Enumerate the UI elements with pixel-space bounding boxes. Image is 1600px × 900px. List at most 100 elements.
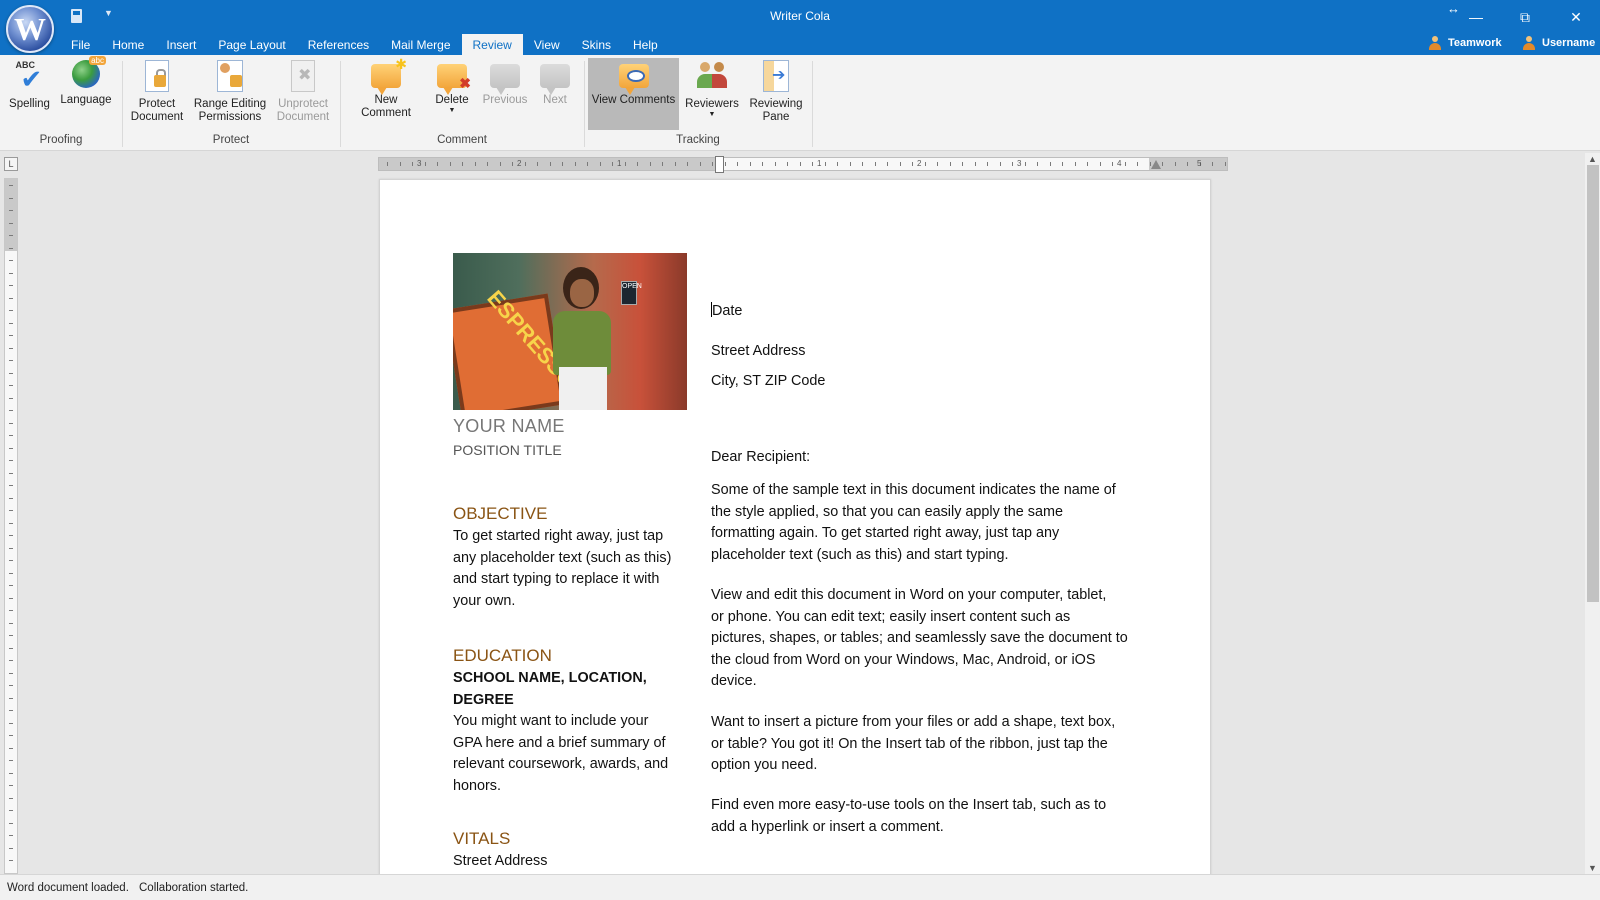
- objective-heading[interactable]: OBJECTIVE: [453, 504, 687, 524]
- ruler-tick: [574, 162, 576, 166]
- horizontal-ruler[interactable]: 3 2 1 1 2 3 4 5: [378, 156, 1228, 173]
- unprotect-document-button[interactable]: Unprotect Document: [273, 58, 333, 130]
- tab-help[interactable]: Help: [622, 34, 669, 55]
- scrollbar-thumb[interactable]: [1587, 165, 1599, 602]
- range-editing-permissions-button[interactable]: Range Editing Permissions: [192, 58, 268, 130]
- vitals-heading[interactable]: VITALS: [453, 829, 687, 849]
- ruler-tick: [9, 535, 13, 536]
- ruler-tick: [1024, 162, 1026, 166]
- ruler-tick: [9, 410, 13, 411]
- ruler-tick: [387, 162, 388, 166]
- ruler-tick: [862, 162, 863, 166]
- new-comment-button[interactable]: ✱ New Comment: [348, 56, 424, 130]
- next-comment-icon: [540, 64, 570, 95]
- school-name[interactable]: SCHOOL NAME, LOCATION, DEGREE: [453, 668, 687, 711]
- ruler-tick: [1212, 162, 1213, 166]
- vitals-text[interactable]: Street Address: [453, 851, 687, 873]
- letter-paragraph-2[interactable]: View and edit this document in Word on y…: [711, 585, 1147, 693]
- ruler-tick: [9, 222, 13, 224]
- minimize-button[interactable]: —: [1461, 4, 1491, 30]
- ruler-tick: [9, 835, 13, 836]
- spelling-icon: [14, 60, 46, 95]
- document-page[interactable]: ESPRESSO OPEN YOUR NAME POSITION TITLE O…: [379, 179, 1211, 874]
- ruler-tick: [487, 162, 488, 166]
- ruler-tick: [1049, 162, 1051, 166]
- indent-marker[interactable]: [715, 156, 724, 173]
- view-comments-button[interactable]: View Comments: [588, 58, 679, 130]
- ruler-tick: [9, 435, 13, 436]
- ruler-tick: [9, 797, 13, 799]
- ruler-tick: [9, 685, 13, 686]
- ruler-tick: [9, 422, 13, 424]
- scroll-up-icon[interactable]: ▲: [1585, 153, 1600, 165]
- right-indent-marker[interactable]: [1151, 160, 1161, 169]
- teamwork-label: Teamwork: [1448, 37, 1502, 49]
- ruler-tick: [9, 672, 13, 674]
- date-field[interactable]: Date: [711, 301, 1147, 323]
- tab-skins[interactable]: Skins: [571, 34, 622, 55]
- language-button[interactable]: Language: [58, 56, 114, 130]
- ruler-tick: [9, 722, 13, 724]
- your-name[interactable]: YOUR NAME: [453, 416, 565, 437]
- ruler-tick: [9, 597, 13, 599]
- tab-references[interactable]: References: [297, 34, 380, 55]
- education-heading[interactable]: EDUCATION: [453, 646, 687, 666]
- letter-paragraph-1[interactable]: Some of the sample text in this document…: [711, 480, 1147, 566]
- ruler-tick: [612, 162, 613, 166]
- profile-photo[interactable]: ESPRESSO OPEN: [453, 253, 687, 410]
- ruler-tick: [9, 210, 13, 211]
- delete-comment-button[interactable]: ✖ Delete ▼: [428, 58, 476, 130]
- ruler-tick: [899, 162, 901, 166]
- objective-text[interactable]: To get started right away, just tap any …: [453, 526, 687, 612]
- education-text[interactable]: You might want to include your GPA here …: [453, 711, 687, 797]
- street-address[interactable]: Street Address: [711, 341, 1147, 363]
- ruler-tick: [1112, 162, 1113, 166]
- ruler-tick: [399, 162, 401, 166]
- previous-comment-button[interactable]: Previous: [480, 58, 530, 130]
- ruler-tick: [9, 297, 13, 299]
- tab-selector[interactable]: L: [4, 157, 18, 171]
- protect-document-button[interactable]: Protect Document: [128, 58, 186, 130]
- vertical-scrollbar[interactable]: ▲ ▼: [1585, 153, 1600, 874]
- user-icon: [1522, 36, 1536, 50]
- tab-review[interactable]: Review: [461, 34, 523, 55]
- ruler-tick: [9, 660, 13, 661]
- group-separator: [812, 61, 813, 147]
- ruler-number: 1: [617, 159, 622, 168]
- ruler-tick: [587, 162, 588, 166]
- restore-button[interactable]: ⧉: [1510, 4, 1540, 30]
- range-label-2: Permissions: [198, 111, 262, 123]
- tab-insert[interactable]: Insert: [155, 34, 207, 55]
- next-comment-button[interactable]: Next: [534, 58, 576, 130]
- close-button[interactable]: ✕: [1561, 4, 1591, 30]
- reviewers-button[interactable]: Reviewers ▼: [683, 58, 741, 130]
- spelling-button[interactable]: Spelling: [6, 58, 53, 130]
- tab-page-layout[interactable]: Page Layout: [207, 34, 296, 55]
- scroll-down-icon[interactable]: ▼: [1585, 862, 1600, 874]
- username-button[interactable]: Username: [1522, 36, 1595, 50]
- reviewing-pane-icon: [763, 60, 789, 92]
- tab-mail-merge[interactable]: Mail Merge: [380, 34, 461, 55]
- reviewing-pane-button[interactable]: Reviewing Pane: [746, 58, 806, 130]
- new-comment-label: New Comment: [361, 94, 411, 119]
- tab-home[interactable]: Home: [101, 34, 155, 55]
- reviewers-label: Reviewers: [685, 98, 739, 110]
- tab-view[interactable]: View: [523, 34, 571, 55]
- resize-icon: ↔: [1447, 1, 1460, 16]
- salutation[interactable]: Dear Recipient:: [711, 447, 1147, 469]
- city-zip[interactable]: City, ST ZIP Code: [711, 371, 1147, 393]
- ruler-tick: [1087, 162, 1088, 166]
- ruler-tick: [9, 335, 13, 336]
- ruler-tick: [949, 162, 951, 166]
- ruler-tick: [9, 772, 13, 774]
- letter-paragraph-4[interactable]: Find even more easy-to-use tools on the …: [711, 795, 1147, 838]
- reviewing-label-1: Reviewing: [749, 98, 803, 110]
- status-collaboration: Collaboration started.: [139, 882, 249, 894]
- teamwork-button[interactable]: Teamwork: [1428, 36, 1502, 50]
- letter-paragraph-3[interactable]: Want to insert a picture from your files…: [711, 712, 1147, 777]
- ruler-tick: [762, 162, 763, 166]
- tab-file[interactable]: File: [60, 34, 101, 55]
- position-title[interactable]: POSITION TITLE: [453, 442, 562, 458]
- group-tracking: Tracking: [676, 134, 720, 146]
- ruler-tick: [962, 162, 963, 166]
